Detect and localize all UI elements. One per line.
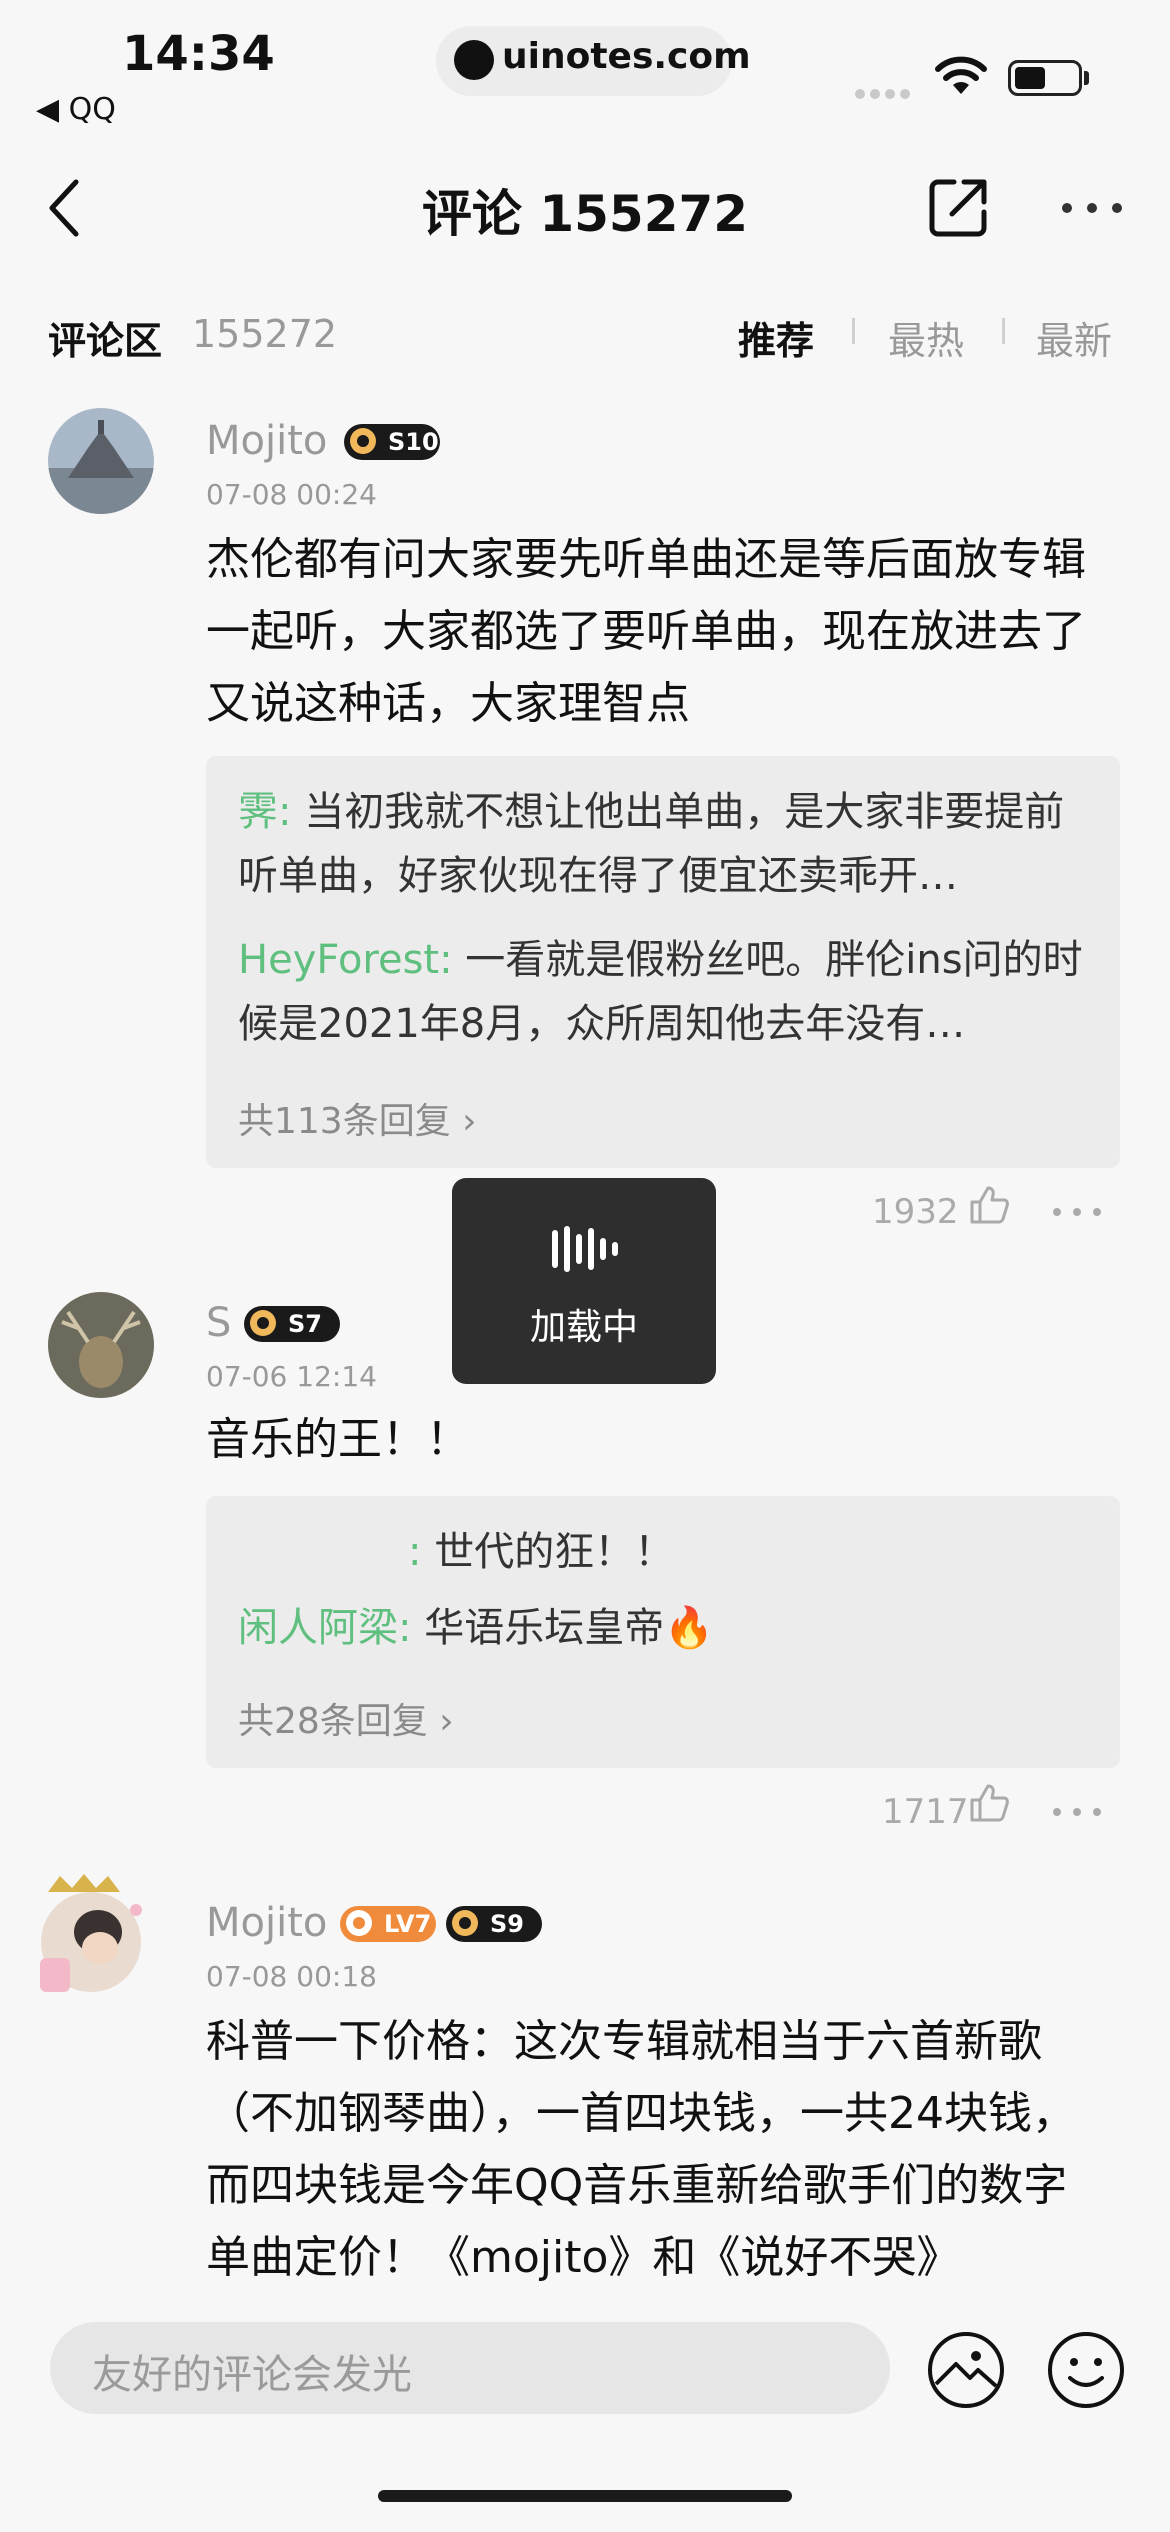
thumbs-up-icon[interactable] bbox=[968, 1782, 1010, 1828]
level-badge: S7 bbox=[244, 1306, 340, 1342]
loading-bars-icon bbox=[550, 1226, 620, 1272]
comment-more-icon[interactable] bbox=[1052, 1202, 1102, 1221]
reply-item[interactable]: 闲人阿梁: 华语乐坛皇帝🔥 bbox=[238, 1596, 1088, 1660]
comment-text: 科普一下价格：这次专辑就相当于六首新歌（不加钢琴曲），一首四块钱，一共24块钱，… bbox=[206, 2016, 1076, 2283]
status-time: 14:34 bbox=[122, 26, 275, 82]
comment-username[interactable]: Mojito bbox=[206, 1900, 327, 1946]
comment-text: 杰伦都有问大家要先听单曲还是等后面放专辑一起听，大家都选了要听单曲，现在放进去了… bbox=[206, 534, 1086, 729]
loading-toast bbox=[452, 1178, 716, 1384]
reply-item[interactable]: 霁: 当初我就不想让他出单曲，是大家非要提前听单曲，好家伙现在得了便宜还卖乖开… bbox=[238, 780, 1088, 908]
image-picker-icon[interactable] bbox=[926, 2330, 1006, 2414]
comment-time: 07-08 00:24 bbox=[206, 478, 377, 511]
level-badge: S10 bbox=[344, 424, 440, 460]
comment-text: 音乐的王！！ bbox=[206, 1414, 470, 1465]
cellular-signal-icon bbox=[855, 84, 915, 103]
avatar[interactable] bbox=[48, 408, 154, 514]
reply-item[interactable]: : 世代的狂！！ bbox=[238, 1520, 1088, 1584]
emoji-icon[interactable] bbox=[1046, 2330, 1126, 2414]
wifi-icon bbox=[934, 56, 988, 100]
back-to-app-link[interactable]: ◀ QQ bbox=[36, 92, 116, 127]
comment-input-placeholder: 友好的评论会发光 bbox=[92, 2352, 412, 2398]
level-badge: S9 bbox=[446, 1906, 542, 1942]
reply-item[interactable]: HeyForest: 一看就是假粉丝吧。胖伦ins问的时候是2021年8月，众所… bbox=[238, 928, 1088, 1056]
comment-username[interactable]: Mojito bbox=[206, 418, 327, 464]
tab-divider bbox=[852, 318, 855, 344]
comment-more-icon[interactable] bbox=[1052, 1802, 1102, 1821]
avatar[interactable] bbox=[48, 1292, 154, 1398]
comment-time: 07-06 12:14 bbox=[206, 1360, 377, 1393]
comments-section-title: 评论区 bbox=[48, 319, 163, 363]
url-text: uinotes.com bbox=[502, 36, 751, 77]
comment-username[interactable]: S bbox=[206, 1300, 231, 1346]
avatar-frame[interactable] bbox=[26, 1870, 156, 2010]
comment-time: 07-08 00:18 bbox=[206, 1960, 377, 1993]
site-logo-icon bbox=[454, 40, 494, 80]
like-count: 1932 bbox=[872, 1192, 959, 1232]
loading-label: 加载中 bbox=[529, 1307, 638, 1348]
page-title: 评论 155272 bbox=[421, 185, 749, 243]
tab-hottest[interactable]: 最热 bbox=[888, 310, 964, 365]
view-more-replies-link[interactable]: 共28条回复 › bbox=[238, 1692, 454, 1744]
thumbs-up-icon[interactable] bbox=[968, 1184, 1010, 1230]
comments-count: 155272 bbox=[192, 312, 338, 356]
tab-recommended[interactable]: 推荐 bbox=[738, 310, 814, 365]
tab-newest[interactable]: 最新 bbox=[1036, 310, 1112, 365]
view-more-replies-link[interactable]: 共113条回复 › bbox=[238, 1092, 477, 1144]
home-indicator bbox=[378, 2490, 792, 2502]
battery-icon bbox=[1008, 60, 1082, 96]
battery-tip bbox=[1084, 71, 1089, 85]
share-icon[interactable] bbox=[928, 176, 990, 242]
tab-divider bbox=[1002, 318, 1005, 344]
like-count: 1717 bbox=[882, 1792, 969, 1832]
more-options-icon[interactable] bbox=[1060, 200, 1124, 219]
vip-level-badge: LV7 bbox=[340, 1906, 436, 1942]
